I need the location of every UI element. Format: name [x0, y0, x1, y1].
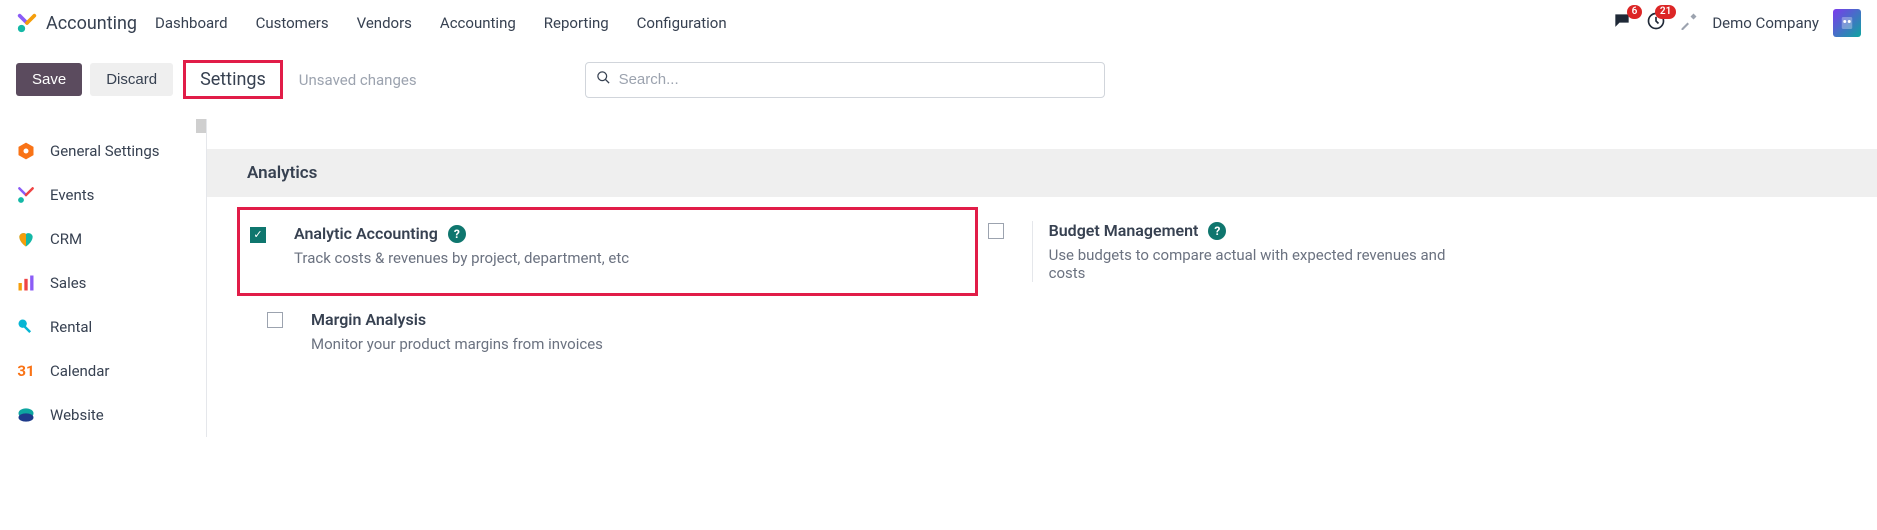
- crm-heart-icon: [16, 229, 36, 249]
- sidebar-item-events[interactable]: Events: [0, 173, 206, 217]
- sidebar-item-calendar[interactable]: 31 Calendar: [0, 349, 206, 393]
- sidebar-item-label: Rental: [50, 318, 92, 336]
- sidebar-item-general-settings[interactable]: General Settings: [0, 129, 206, 173]
- tools-button[interactable]: [1680, 12, 1698, 34]
- clock-icon: [1646, 19, 1666, 35]
- setting-budget-management: Budget Management ? Use budgets to compa…: [978, 207, 1719, 296]
- wrench-icon: [1680, 18, 1698, 34]
- help-icon[interactable]: ?: [448, 225, 466, 243]
- company-selector[interactable]: Demo Company: [1712, 14, 1819, 32]
- setting-title: Analytic Accounting: [294, 224, 438, 243]
- globe-wave-icon: [16, 405, 36, 425]
- breadcrumb-settings[interactable]: Settings: [183, 60, 283, 99]
- speech-bubble-icon: [1612, 19, 1632, 35]
- action-bar: Save Discard Settings Unsaved changes: [0, 46, 1877, 119]
- divider: [1032, 221, 1033, 282]
- menu-vendors[interactable]: Vendors: [357, 14, 412, 32]
- menu-configuration[interactable]: Configuration: [637, 14, 727, 32]
- checkbox-budget-management[interactable]: [988, 223, 1004, 239]
- search-input[interactable]: [619, 71, 1094, 88]
- setting-desc: Monitor your product margins from invoic…: [311, 335, 731, 353]
- sidebar-item-website[interactable]: Website: [0, 393, 206, 437]
- setting-analytic-accounting: Analytic Accounting ? Track costs & reve…: [237, 207, 978, 296]
- user-avatar[interactable]: [1833, 9, 1861, 37]
- sidebar-item-label: Website: [50, 406, 104, 424]
- save-button[interactable]: Save: [16, 63, 82, 96]
- top-nav: Accounting Dashboard Customers Vendors A…: [0, 0, 1877, 46]
- scrollbar-thumb[interactable]: [196, 119, 206, 133]
- settings-sidebar: General Settings Events CRM Sales Rental: [0, 119, 207, 437]
- setting-title: Margin Analysis: [311, 310, 426, 329]
- section-header-analytics: Analytics: [207, 149, 1877, 197]
- discard-button[interactable]: Discard: [90, 63, 173, 96]
- menu-customers[interactable]: Customers: [256, 14, 329, 32]
- sidebar-item-label: Events: [50, 186, 94, 204]
- gear-hex-icon: [16, 141, 36, 161]
- unsaved-indicator: Unsaved changes: [299, 71, 417, 89]
- setting-desc: Track costs & revenues by project, depar…: [294, 249, 714, 267]
- brand[interactable]: Accounting: [16, 12, 137, 34]
- calendar-icon: 31: [16, 361, 36, 381]
- sidebar-item-rental[interactable]: Rental: [0, 305, 206, 349]
- sidebar-item-label: Calendar: [50, 362, 110, 380]
- sidebar-item-sales[interactable]: Sales: [0, 261, 206, 305]
- body: General Settings Events CRM Sales Rental: [0, 119, 1877, 437]
- setting-desc: Use budgets to compare actual with expec…: [1049, 246, 1469, 282]
- search-box[interactable]: [585, 62, 1105, 98]
- top-right: 6 21 Demo Company: [1612, 9, 1861, 37]
- top-menu: Dashboard Customers Vendors Accounting R…: [155, 14, 727, 32]
- activities-badge: 21: [1655, 5, 1676, 19]
- setting-title: Budget Management: [1049, 221, 1199, 240]
- key-icon: [16, 317, 36, 337]
- sidebar-item-label: General Settings: [50, 142, 160, 160]
- brand-name: Accounting: [46, 13, 137, 34]
- checkbox-margin-analysis[interactable]: [267, 312, 283, 328]
- app-logo-icon: [16, 12, 38, 34]
- menu-dashboard[interactable]: Dashboard: [155, 14, 228, 32]
- menu-accounting[interactable]: Accounting: [440, 14, 516, 32]
- sidebar-item-label: Sales: [50, 274, 86, 292]
- events-icon: [16, 185, 36, 205]
- help-icon[interactable]: ?: [1208, 222, 1226, 240]
- sidebar-item-crm[interactable]: CRM: [0, 217, 206, 261]
- sidebar-item-label: CRM: [50, 230, 82, 248]
- settings-grid: Analytic Accounting ? Track costs & reve…: [207, 197, 1877, 377]
- activities-button[interactable]: 21: [1646, 11, 1666, 35]
- search-icon: [596, 70, 619, 89]
- setting-margin-analysis: Margin Analysis Monitor your product mar…: [237, 296, 978, 367]
- menu-reporting[interactable]: Reporting: [544, 14, 609, 32]
- messages-button[interactable]: 6: [1612, 11, 1632, 35]
- search-wrap: [585, 62, 1105, 98]
- messages-badge: 6: [1627, 5, 1643, 19]
- bar-chart-icon: [16, 273, 36, 293]
- checkbox-analytic-accounting[interactable]: [250, 227, 266, 243]
- settings-content: Analytics Analytic Accounting ? Track co…: [207, 119, 1877, 437]
